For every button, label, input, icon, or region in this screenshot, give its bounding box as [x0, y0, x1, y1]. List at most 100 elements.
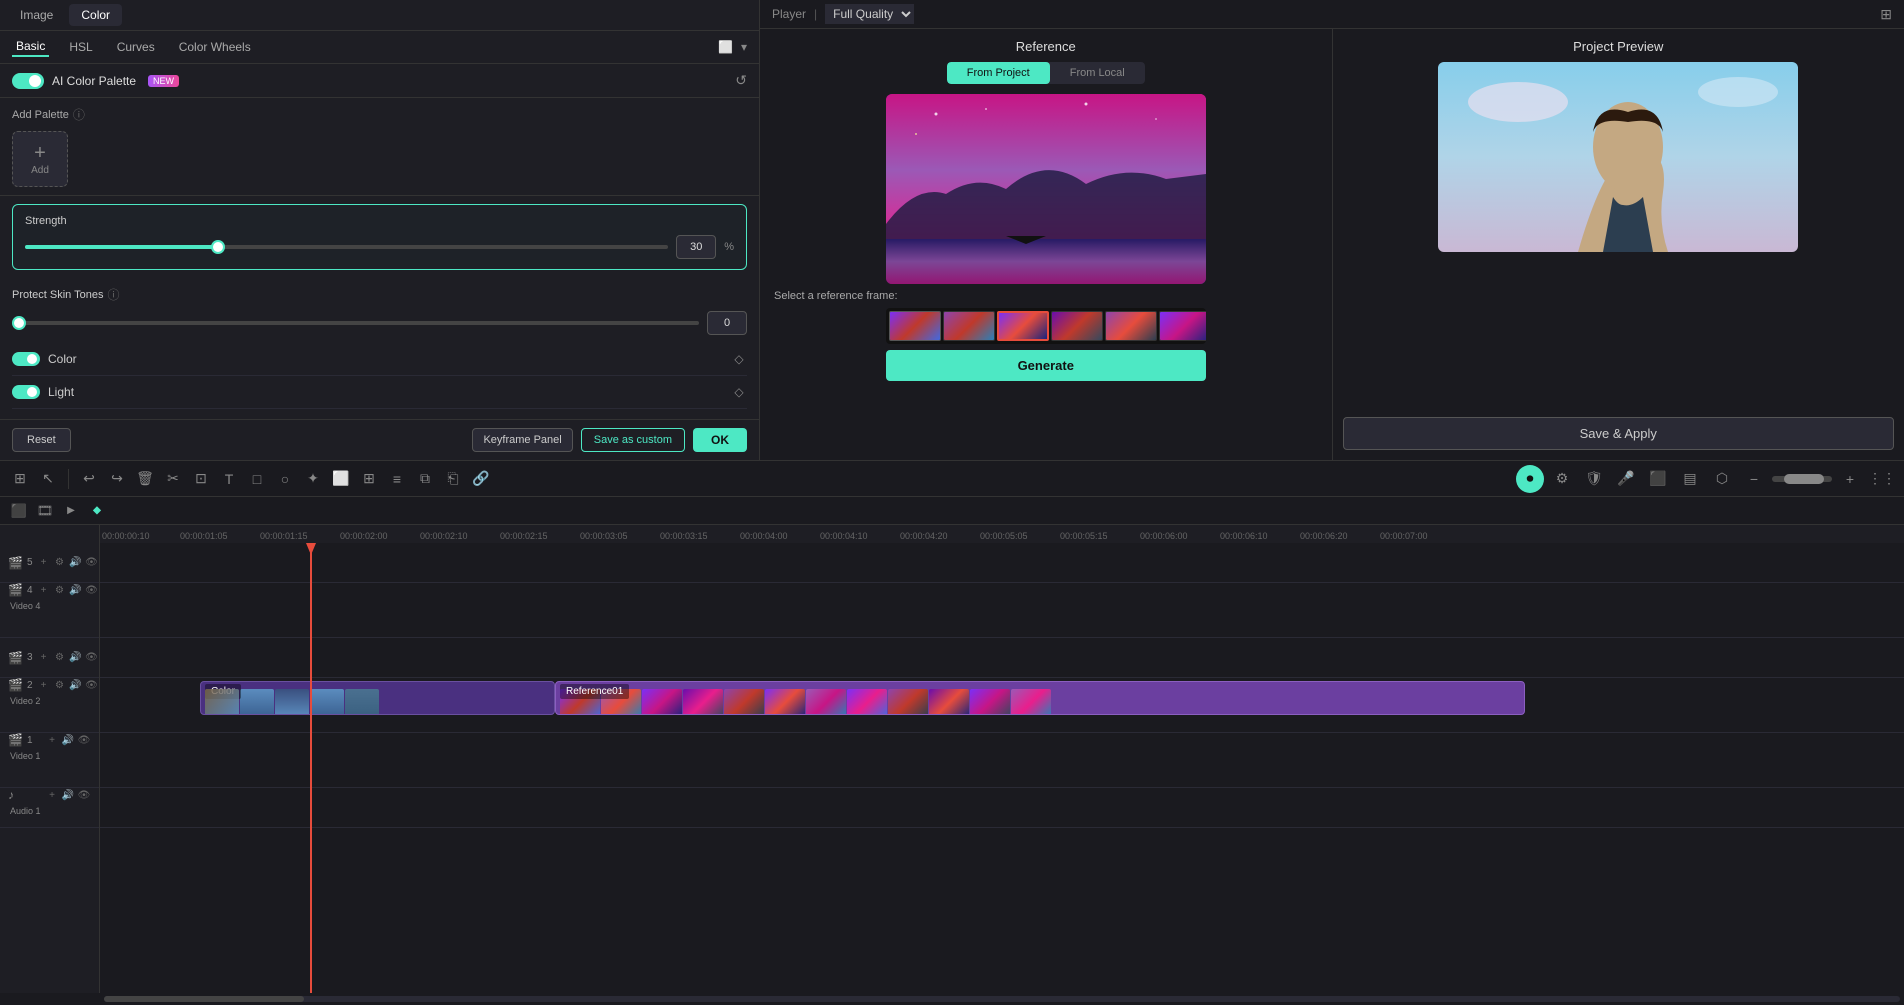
subtab-hsl[interactable]: HSL	[65, 38, 96, 56]
track-3-volume[interactable]: 🔊	[69, 651, 83, 665]
ref-frame-5[interactable]	[1105, 311, 1157, 341]
protect-slider[interactable]	[12, 321, 699, 325]
save-custom-button[interactable]: Save as custom	[581, 428, 685, 452]
color-toggle[interactable]	[12, 352, 40, 366]
mic-icon[interactable]: 🎤	[1612, 465, 1640, 493]
copy-icon[interactable]: ⧉	[413, 467, 437, 491]
color-icon[interactable]: ⬜	[329, 467, 353, 491]
tab-color[interactable]: Color	[69, 4, 122, 26]
settings-icon[interactable]: ⚙	[1548, 465, 1576, 493]
track-4-add[interactable]: +	[37, 583, 51, 597]
zoom-in-icon[interactable]: +	[1836, 465, 1864, 493]
grid-layout-icon[interactable]: ⊞	[1880, 6, 1892, 23]
add-palette-button[interactable]: + Add	[12, 131, 68, 187]
color-row: Color ◇	[12, 343, 747, 376]
ref-frame-4[interactable]	[1051, 311, 1103, 341]
ok-button[interactable]: OK	[693, 428, 747, 452]
track-4-settings[interactable]: ⚙	[53, 583, 67, 597]
track-3-eye[interactable]: 👁	[85, 651, 99, 665]
ref-frame-6[interactable]	[1159, 311, 1206, 341]
keyframe-panel-button[interactable]: Keyframe Panel	[472, 428, 572, 452]
subtab-basic[interactable]: Basic	[12, 37, 49, 57]
link-icon[interactable]: 🔗	[469, 467, 493, 491]
shield-icon[interactable]: 🛡	[1580, 465, 1608, 493]
reset-button[interactable]: Reset	[12, 428, 71, 452]
paste-icon[interactable]: ⎗	[441, 467, 465, 491]
ruler-mark: 00:00:04:10	[820, 531, 900, 541]
text-icon[interactable]: T	[217, 467, 241, 491]
track-5-settings[interactable]: ⚙	[53, 556, 67, 570]
light-diamond-icon[interactable]: ◇	[731, 384, 747, 400]
cut-icon[interactable]: ✂	[161, 467, 185, 491]
playhead[interactable]	[310, 543, 312, 993]
reference-clip[interactable]: Reference01	[555, 681, 1525, 715]
quality-select[interactable]: Full Quality	[825, 4, 914, 24]
track-3-settings[interactable]: ⚙	[53, 651, 67, 665]
color-clip[interactable]: Color	[200, 681, 555, 715]
audio-1-volume[interactable]: 🔊	[61, 788, 75, 802]
track-4-volume[interactable]: 🔊	[69, 583, 83, 597]
eq-icon[interactable]: ≡	[385, 467, 409, 491]
track-5-eye[interactable]: 👁	[85, 556, 99, 570]
subtab-curves[interactable]: Curves	[113, 38, 159, 56]
track-1-add[interactable]: +	[45, 733, 59, 747]
timeline-scrollbar[interactable]	[104, 996, 1900, 1002]
more-icon[interactable]: ▾	[741, 40, 747, 54]
zoom-slider[interactable]	[1772, 476, 1832, 482]
from-local-button[interactable]: From Local	[1050, 62, 1145, 84]
film-icon[interactable]: 🎞	[34, 500, 56, 522]
cursor-tool-icon[interactable]: ↖	[36, 467, 60, 491]
track-5-add[interactable]: +	[37, 556, 51, 570]
ruler-mark: 00:00:01:15	[260, 531, 340, 541]
track-2-volume[interactable]: 🔊	[69, 678, 83, 692]
ai-palette-toggle[interactable]	[12, 73, 44, 89]
undo-icon[interactable]: ↩	[77, 467, 101, 491]
track-5-volume[interactable]: 🔊	[69, 556, 83, 570]
audio-1-add[interactable]: +	[45, 788, 59, 802]
track-2-eye[interactable]: 👁	[85, 678, 99, 692]
filter-icon[interactable]: ⊞	[357, 467, 381, 491]
light-toggle[interactable]	[12, 385, 40, 399]
effect-icon[interactable]: ✦	[301, 467, 325, 491]
ref-frame-3[interactable]	[997, 311, 1049, 341]
record-button[interactable]: ⏺	[1516, 465, 1544, 493]
caption-icon[interactable]: ⬛	[1644, 465, 1672, 493]
wave-icon[interactable]: ▶	[60, 500, 82, 522]
ref-frame-1[interactable]	[889, 311, 941, 341]
ruler-mark: 00:00:01:05	[180, 531, 260, 541]
tab-image[interactable]: Image	[8, 4, 65, 26]
circle-icon[interactable]: ○	[273, 467, 297, 491]
keyframe-icon[interactable]: ◆	[86, 500, 108, 522]
sticker-icon[interactable]: ⬡	[1708, 465, 1736, 493]
clip-icon[interactable]: ⬛	[8, 500, 30, 522]
subtitle-icon[interactable]: ▤	[1676, 465, 1704, 493]
track-4-row	[100, 583, 1904, 638]
crop-icon[interactable]: ⊡	[189, 467, 213, 491]
refresh-icon[interactable]: ↺	[735, 72, 747, 89]
track-2-settings[interactable]: ⚙	[53, 678, 67, 692]
grid-tool-icon[interactable]: ⊞	[8, 467, 32, 491]
rect-icon[interactable]: □	[245, 467, 269, 491]
redo-icon[interactable]: ↪	[105, 467, 129, 491]
delete-icon[interactable]: 🗑	[133, 467, 157, 491]
track-1-eye[interactable]: 👁	[77, 733, 91, 747]
subtab-colorwheels[interactable]: Color Wheels	[175, 38, 255, 56]
save-apply-button[interactable]: Save & Apply	[1343, 417, 1895, 450]
audio-1-eye[interactable]: 👁	[77, 788, 91, 802]
tracks-scroll[interactable]: Color Ref	[100, 543, 1904, 993]
generate-button[interactable]: Generate	[886, 350, 1206, 381]
protect-skin-label: Protect Skin Tones ⓘ	[12, 286, 747, 303]
from-project-button[interactable]: From Project	[947, 62, 1050, 84]
strength-slider[interactable]	[25, 245, 668, 249]
tl-right-controls: ⏺ ⚙ 🛡 🎤 ⬛ ▤ ⬡ − + ⋮⋮	[1516, 465, 1896, 493]
ruler-mark: 00:00:05:15	[1060, 531, 1140, 541]
track-3-add[interactable]: +	[37, 651, 51, 665]
more-options-icon[interactable]: ⋮⋮	[1868, 465, 1896, 493]
ref-frame-2[interactable]	[943, 311, 995, 341]
track-4-eye[interactable]: 👁	[85, 583, 99, 597]
color-diamond-icon[interactable]: ◇	[731, 351, 747, 367]
compare-icon[interactable]: ⬜	[718, 40, 733, 54]
track-2-add[interactable]: +	[37, 678, 51, 692]
track-1-volume[interactable]: 🔊	[61, 733, 75, 747]
zoom-out-icon[interactable]: −	[1740, 465, 1768, 493]
